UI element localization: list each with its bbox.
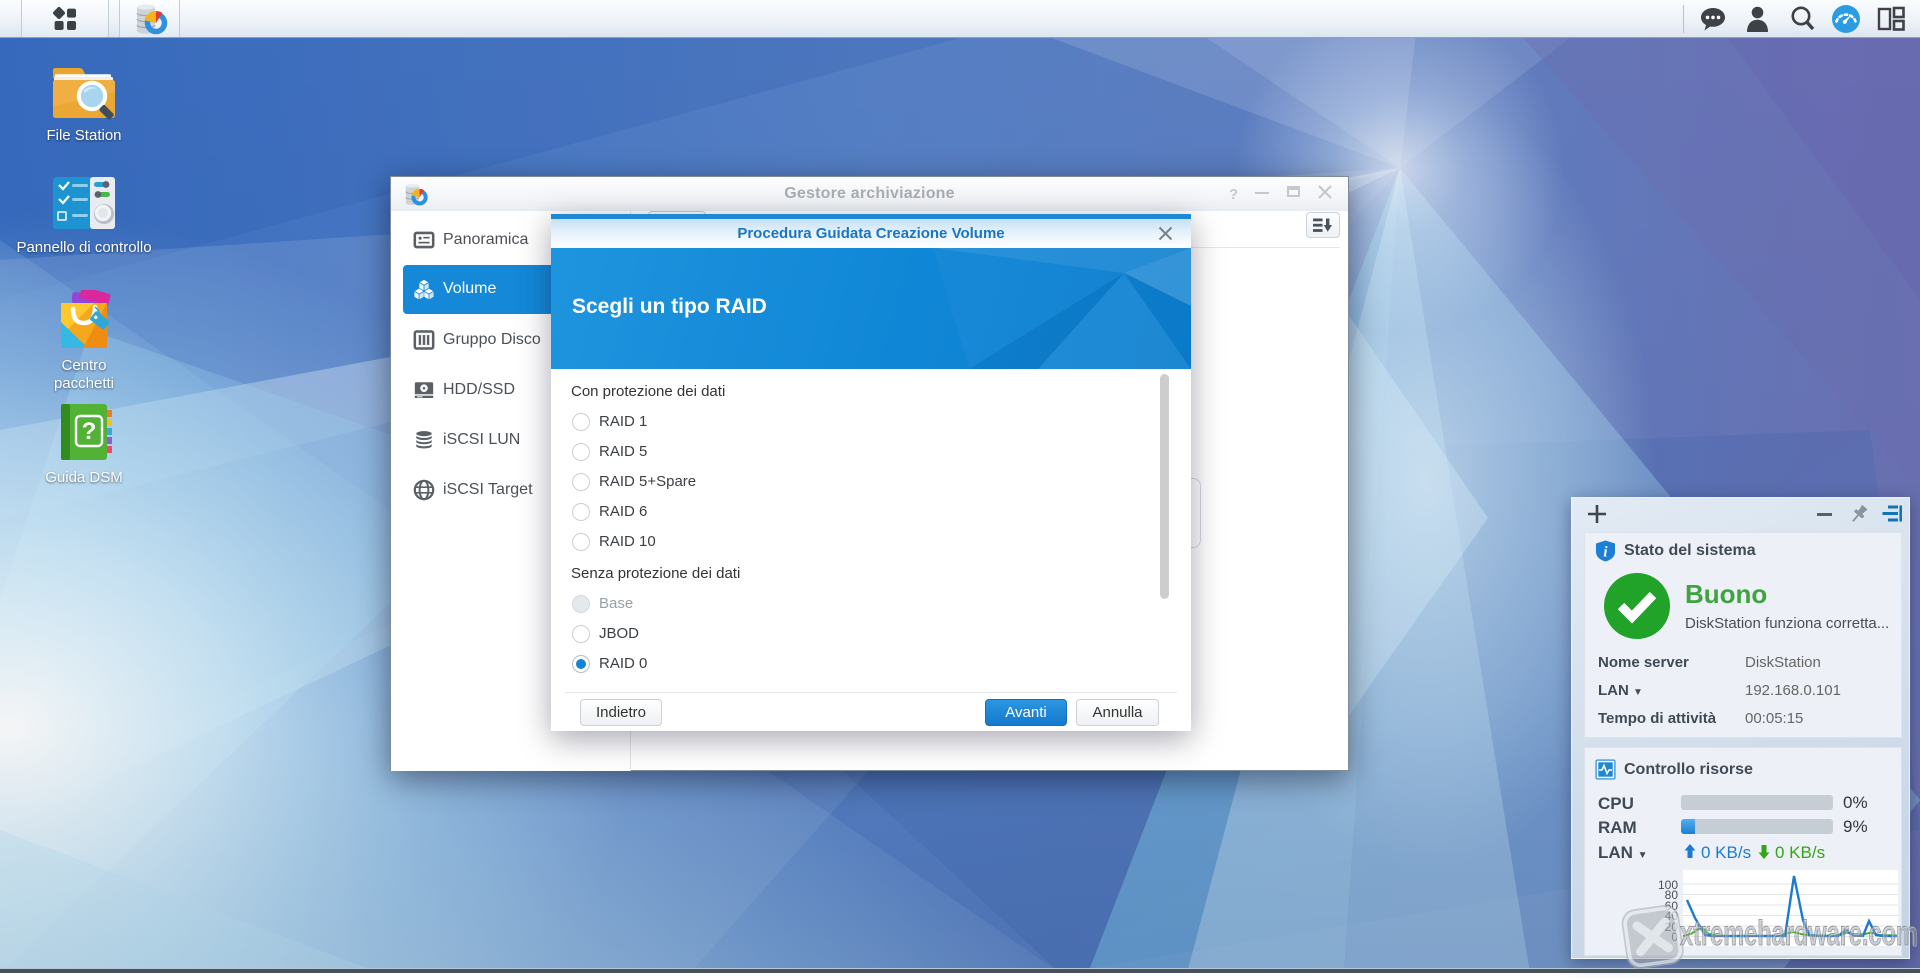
svg-text:?: ? (82, 418, 97, 445)
svg-text:xtremehardware.com: xtremehardware.com (1681, 915, 1918, 954)
